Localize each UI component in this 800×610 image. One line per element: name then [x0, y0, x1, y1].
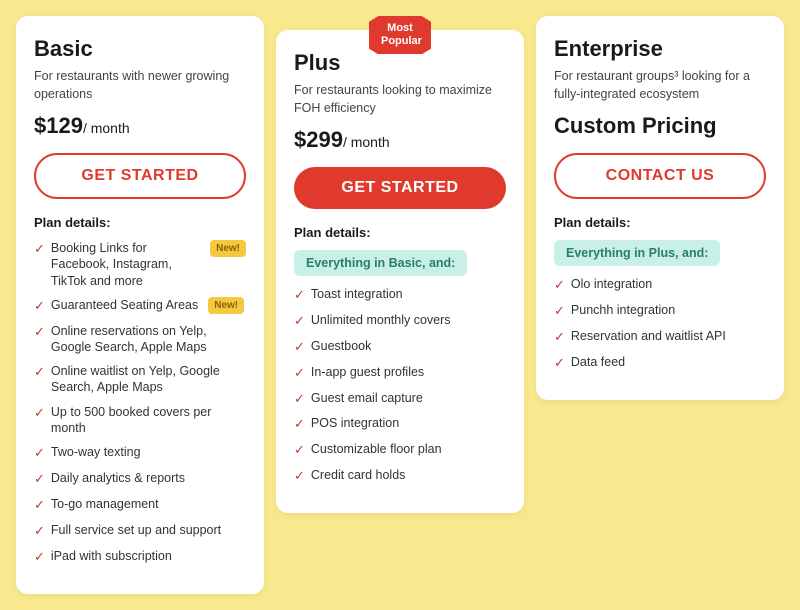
- feature-item: ✓ Up to 500 booked covers per month: [34, 404, 246, 437]
- check-icon: ✓: [34, 445, 45, 462]
- feature-text: To-go management: [51, 496, 159, 512]
- feature-text: Guest email capture: [311, 390, 423, 406]
- feature-item: ✓ Reservation and waitlist API: [554, 328, 766, 346]
- check-icon: ✓: [34, 405, 45, 422]
- feature-list-enterprise: ✓ Olo integration ✓ Punchh integration ✓…: [554, 276, 766, 372]
- feature-text: Online waitlist on Yelp, Google Search, …: [51, 363, 246, 396]
- check-icon: ✓: [554, 329, 565, 346]
- check-icon: ✓: [34, 364, 45, 381]
- card-subtitle-plus: For restaurants looking to maximize FOH …: [294, 82, 506, 117]
- feature-item: ✓ Toast integration: [294, 286, 506, 304]
- most-popular-badge: MostPopular: [369, 16, 431, 54]
- feature-text: POS integration: [311, 415, 399, 431]
- feature-list-plus: ✓ Toast integration ✓ Unlimited monthly …: [294, 286, 506, 485]
- feature-item: ✓ Unlimited monthly covers: [294, 312, 506, 330]
- check-icon: ✓: [294, 339, 305, 356]
- check-icon: ✓: [34, 471, 45, 488]
- feature-item: ✓ Online waitlist on Yelp, Google Search…: [34, 363, 246, 396]
- check-icon: ✓: [34, 298, 45, 315]
- check-icon: ✓: [294, 391, 305, 408]
- check-icon: ✓: [294, 365, 305, 382]
- feature-item: ✓ Guest email capture: [294, 390, 506, 408]
- cta-button-enterprise[interactable]: CONTACT US: [554, 153, 766, 199]
- feature-item: ✓ iPad with subscription: [34, 548, 246, 566]
- card-subtitle-enterprise: For restaurant groups³ looking for a ful…: [554, 68, 766, 103]
- card-price-plus: $299/ month: [294, 127, 506, 153]
- feature-text: Olo integration: [571, 276, 652, 292]
- card-subtitle-basic: For restaurants with newer growing opera…: [34, 68, 246, 103]
- check-icon: ✓: [294, 313, 305, 330]
- card-price-basic: $129/ month: [34, 113, 246, 139]
- feature-item: ✓ POS integration: [294, 415, 506, 433]
- feature-item: ✓ Customizable floor plan: [294, 441, 506, 459]
- plan-details-label-basic: Plan details:: [34, 215, 246, 230]
- feature-text: Daily analytics & reports: [51, 470, 185, 486]
- feature-item: ✓ Daily analytics & reports: [34, 470, 246, 488]
- check-icon: ✓: [554, 303, 565, 320]
- feature-text: Guaranteed Seating Areas: [51, 297, 198, 313]
- feature-text: Two-way texting: [51, 444, 141, 460]
- check-icon: ✓: [554, 355, 565, 372]
- feature-item: ✓ Guaranteed Seating Areas New!: [34, 297, 246, 315]
- feature-badge: New!: [208, 297, 244, 314]
- everything-in-badge-plus: Everything in Basic, and:: [294, 250, 467, 276]
- feature-text: Punchh integration: [571, 302, 675, 318]
- check-icon: ✓: [294, 416, 305, 433]
- pricing-container: Basic For restaurants with newer growing …: [16, 16, 784, 594]
- feature-text: In-app guest profiles: [311, 364, 424, 380]
- cta-button-basic[interactable]: GET STARTED: [34, 153, 246, 199]
- feature-item: ✓ Credit card holds: [294, 467, 506, 485]
- feature-text: Guestbook: [311, 338, 371, 354]
- card-title-basic: Basic: [34, 36, 246, 62]
- check-icon: ✓: [34, 497, 45, 514]
- cta-button-plus[interactable]: GET STARTED: [294, 167, 506, 209]
- plan-details-label-enterprise: Plan details:: [554, 215, 766, 230]
- check-icon: ✓: [34, 241, 45, 258]
- check-icon: ✓: [34, 549, 45, 566]
- check-icon: ✓: [554, 277, 565, 294]
- feature-item: ✓ In-app guest profiles: [294, 364, 506, 382]
- feature-text: Booking Links for Facebook, Instagram, T…: [51, 240, 200, 289]
- feature-text: Credit card holds: [311, 467, 406, 483]
- feature-text: Unlimited monthly covers: [311, 312, 451, 328]
- pricing-card-basic: Basic For restaurants with newer growing …: [16, 16, 264, 594]
- card-price-enterprise: Custom Pricing: [554, 113, 766, 139]
- check-icon: ✓: [294, 287, 305, 304]
- feature-text: Full service set up and support: [51, 522, 221, 538]
- feature-text: Data feed: [571, 354, 625, 370]
- feature-text: Online reservations on Yelp, Google Sear…: [51, 323, 246, 356]
- feature-text: iPad with subscription: [51, 548, 172, 564]
- check-icon: ✓: [34, 523, 45, 540]
- pricing-card-plus: MostPopularPlusFor restaurants looking t…: [276, 30, 524, 513]
- feature-text: Reservation and waitlist API: [571, 328, 726, 344]
- feature-text: Customizable floor plan: [311, 441, 442, 457]
- feature-text: Toast integration: [311, 286, 403, 302]
- check-icon: ✓: [294, 468, 305, 485]
- everything-in-badge-enterprise: Everything in Plus, and:: [554, 240, 720, 266]
- feature-badge: New!: [210, 240, 246, 257]
- check-icon: ✓: [294, 442, 305, 459]
- feature-item: ✓ Guestbook: [294, 338, 506, 356]
- card-title-enterprise: Enterprise: [554, 36, 766, 62]
- plan-details-label-plus: Plan details:: [294, 225, 506, 240]
- feature-item: ✓ Online reservations on Yelp, Google Se…: [34, 323, 246, 356]
- feature-item: ✓ Booking Links for Facebook, Instagram,…: [34, 240, 246, 289]
- feature-text: Up to 500 booked covers per month: [51, 404, 246, 437]
- feature-list-basic: ✓ Booking Links for Facebook, Instagram,…: [34, 240, 246, 566]
- feature-item: ✓ Full service set up and support: [34, 522, 246, 540]
- feature-item: ✓ Punchh integration: [554, 302, 766, 320]
- feature-item: ✓ Data feed: [554, 354, 766, 372]
- feature-item: ✓ Olo integration: [554, 276, 766, 294]
- feature-item: ✓ To-go management: [34, 496, 246, 514]
- check-icon: ✓: [34, 324, 45, 341]
- feature-item: ✓ Two-way texting: [34, 444, 246, 462]
- pricing-card-enterprise: Enterprise For restaurant groups³ looking…: [536, 16, 784, 400]
